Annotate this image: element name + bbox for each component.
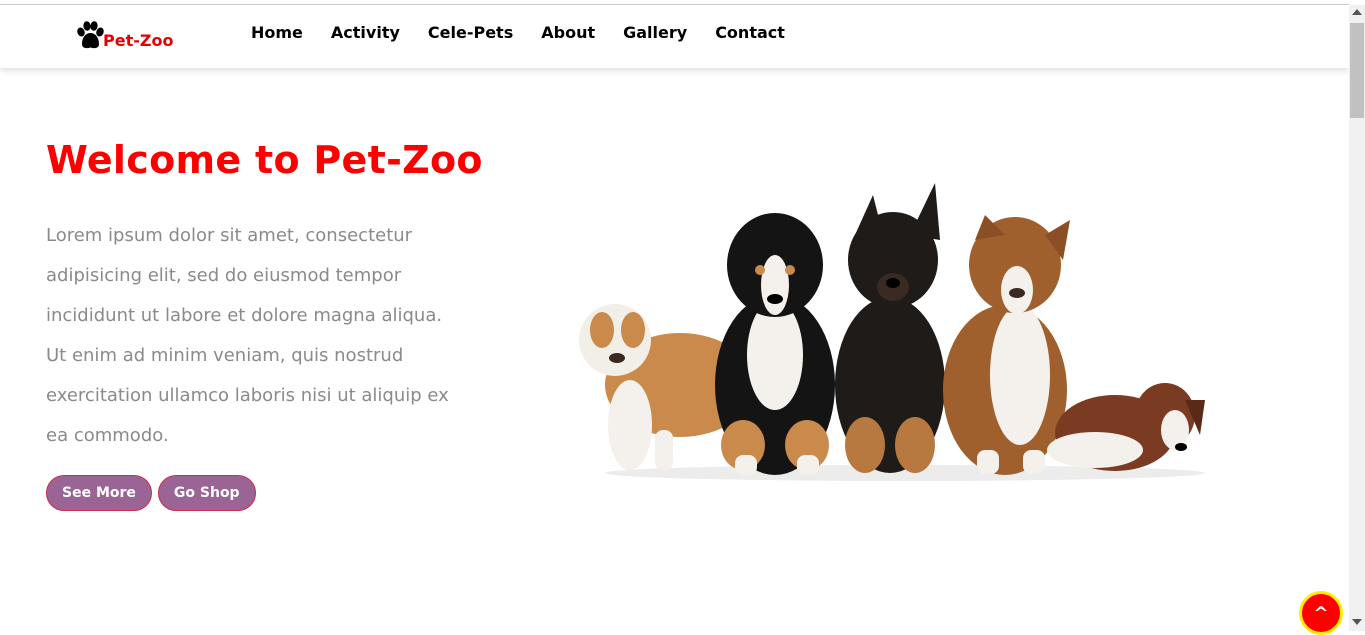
nav-home[interactable]: Home	[251, 22, 303, 44]
collie-puppy	[1047, 383, 1205, 471]
nav-contact[interactable]: Contact	[715, 22, 785, 44]
scroll-down-arrow-icon[interactable]	[1352, 619, 1362, 625]
hero-description: Lorem ipsum dolor sit amet, consectetur …	[46, 225, 449, 446]
scroll-up-arrow-icon[interactable]	[1352, 9, 1362, 15]
nav-about[interactable]: About	[541, 22, 595, 44]
puppies-image	[579, 183, 1205, 481]
bernese-puppy	[715, 213, 835, 475]
paw-icon	[77, 21, 104, 49]
hero-buttons: See More Go Shop	[46, 475, 262, 511]
hero-title: Welcome to Pet-Zoo	[46, 138, 483, 182]
main-nav: Home Activity Cele-Pets About Gallery Co…	[251, 22, 813, 44]
nav-activity[interactable]: Activity	[331, 22, 400, 44]
nav-gallery[interactable]: Gallery	[623, 22, 687, 44]
scroll-to-top-button[interactable]: ^	[1299, 591, 1343, 635]
go-shop-button[interactable]: Go Shop	[157, 475, 256, 511]
logo-text: Pet-Zoo	[103, 31, 174, 50]
page-scrollbar[interactable]	[1349, 5, 1365, 631]
navbar: Pet-Zoo Home Activity Cele-Pets About Ga…	[0, 5, 1349, 68]
logo[interactable]: Pet-Zoo	[74, 20, 173, 50]
see-more-button[interactable]: See More	[46, 475, 152, 511]
shepherd-puppy	[835, 183, 945, 473]
aussie-puppy	[943, 215, 1070, 475]
scroll-thumb[interactable]	[1350, 23, 1364, 118]
nav-cele-pets[interactable]: Cele-Pets	[428, 22, 513, 44]
